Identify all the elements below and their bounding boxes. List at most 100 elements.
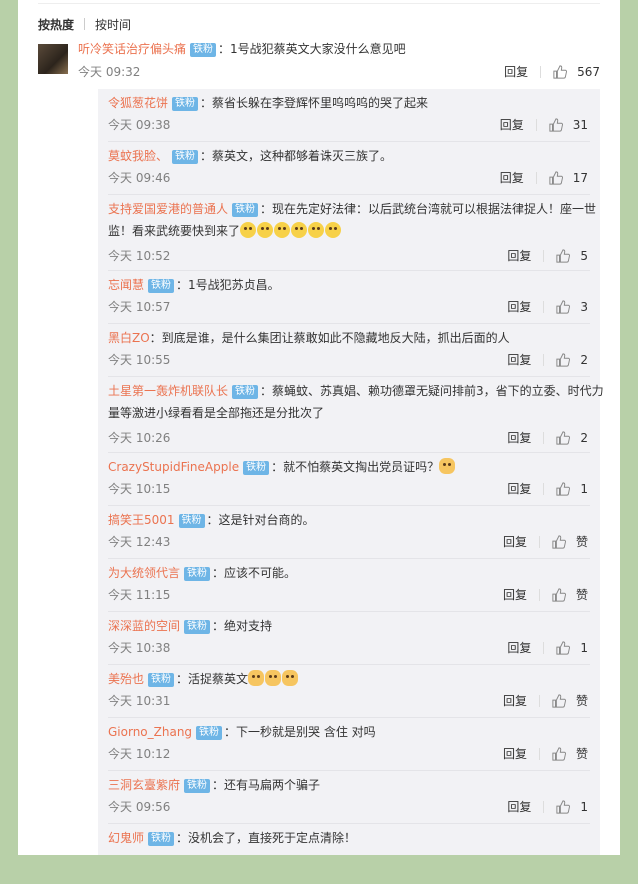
fan-badge[interactable]: 铁粉 xyxy=(148,279,175,293)
reply-actions: 回复 赞 xyxy=(503,586,588,603)
reply-button[interactable]: 回复 xyxy=(503,692,527,709)
like-button[interactable]: 2 xyxy=(556,431,588,445)
reply-username[interactable]: 搞笑王5001 xyxy=(108,513,175,527)
thumbs-up-icon xyxy=(549,170,563,185)
reply-line-2: 量等激进小绿看看是全部拖还是分批次了 xyxy=(108,404,324,422)
like-button[interactable]: 1 xyxy=(556,641,588,655)
reply-username[interactable]: 深深蓝的空间 xyxy=(108,619,180,633)
reply-line: Giorno_Zhang 铁粉 ：下一秒就是别哭 含住 对吗 xyxy=(108,723,376,741)
like-count: 3 xyxy=(580,299,588,314)
avatar[interactable] xyxy=(38,44,68,74)
reply-username[interactable]: 为大统领代言 xyxy=(108,566,180,580)
action-separator xyxy=(543,641,545,654)
reply-username[interactable]: 支持爱国爱港的普通人 xyxy=(108,202,228,216)
fan-badge[interactable]: 铁粉 xyxy=(232,385,259,399)
reply-button[interactable]: 回复 xyxy=(507,798,531,815)
reply-button[interactable]: 回复 xyxy=(503,533,527,550)
fan-badge[interactable]: 铁粉 xyxy=(172,97,199,111)
reply-username[interactable]: 黑白ZO xyxy=(108,331,150,345)
reply-text: ：现在先定好法律：以后武统台湾就可以根据法律捉人！座一世 xyxy=(260,202,597,216)
action-separator xyxy=(535,171,537,184)
like-button[interactable]: 567 xyxy=(553,65,600,79)
reply-line: 为大统领代言 铁粉 ：应该不可能。 xyxy=(108,564,296,582)
reply-username[interactable]: CrazyStupidFineApple xyxy=(108,460,239,474)
thumbs-up-icon xyxy=(552,587,566,602)
reply-line: 令狐葱花饼 铁粉 ：蔡省长躲在李登辉怀里呜呜呜的哭了起来 xyxy=(108,94,428,112)
fan-badge[interactable]: 铁粉 xyxy=(184,779,211,793)
emoji-laugh-icon xyxy=(257,222,274,238)
reply-actions: 回复 1 xyxy=(507,639,588,656)
like-button[interactable]: 3 xyxy=(556,300,588,314)
reply-button[interactable]: 回复 xyxy=(507,247,531,264)
like-button[interactable]: 31 xyxy=(549,118,588,132)
fan-badge[interactable]: 铁粉 xyxy=(190,43,217,57)
reply-text: ：这是针对台商的。 xyxy=(206,513,315,527)
tab-sort-time[interactable]: 按时间 xyxy=(95,16,131,33)
reply-username[interactable]: 土星第一轰炸机联队长 xyxy=(108,384,228,398)
fan-badge[interactable]: 铁粉 xyxy=(148,673,175,687)
fan-badge[interactable]: 铁粉 xyxy=(232,203,259,217)
reply-text: ：绝对支持 xyxy=(212,619,273,633)
like-button[interactable]: 赞 xyxy=(552,745,588,762)
emoji-cat-icon xyxy=(439,458,456,474)
reply-line: 土星第一轰炸机联队长 铁粉 ：蔡蝇蚊、苏真娼、赖功德罩无疑问排前3，省下的立委、时代… xyxy=(108,382,604,400)
reply-username[interactable]: 莫蚊我脸、 xyxy=(108,149,168,163)
reply-time: 今天 10:12 xyxy=(108,747,171,761)
thumbs-up-icon xyxy=(556,299,571,314)
reply-line: 深深蓝的空间 铁粉 ：绝对支持 xyxy=(108,617,272,635)
fan-badge[interactable]: 铁粉 xyxy=(243,461,270,475)
emoji-cat-icon xyxy=(282,670,299,686)
like-count: 赞 xyxy=(575,588,588,602)
reply-item: 忘闻慧 铁粉 ：1号战犯苏贞昌。 今天 10:57 回复 3 xyxy=(98,271,600,324)
reply-username[interactable]: 幻鬼师 xyxy=(108,831,144,845)
fan-badge[interactable]: 铁粉 xyxy=(196,726,223,740)
fan-badge[interactable]: 铁粉 xyxy=(178,514,205,528)
reply-time: 今天 10:52 xyxy=(108,249,171,263)
like-button[interactable]: 赞 xyxy=(552,533,588,550)
reply-button[interactable]: 回复 xyxy=(507,480,531,497)
reply-text: ：就不怕蔡英文掏出党员证吗？ xyxy=(271,460,440,474)
like-button[interactable]: 1 xyxy=(556,482,588,496)
reply-button[interactable]: 回复 xyxy=(500,169,524,186)
reply-item: 深深蓝的空间 铁粉 ：绝对支持 今天 10:38 回复 1 xyxy=(98,612,600,665)
reply-username[interactable]: Giorno_Zhang xyxy=(108,725,192,739)
reply-button[interactable]: 回复 xyxy=(507,298,531,315)
reply-item: 搞笑王5001 铁粉 ：这是针对台商的。今天 12:43 回复 赞 xyxy=(98,506,600,559)
like-button[interactable]: 赞 xyxy=(552,692,588,709)
reply-actions: 回复 1 xyxy=(507,480,588,497)
fan-badge[interactable]: 铁粉 xyxy=(172,150,199,164)
like-count: 赞 xyxy=(575,694,588,708)
thumbs-up-icon xyxy=(556,248,571,263)
reply-actions: 回复 2 xyxy=(507,429,588,446)
like-button[interactable]: 1 xyxy=(556,800,588,814)
reply-button[interactable]: 回复 xyxy=(507,639,531,656)
like-button[interactable]: 5 xyxy=(556,249,588,263)
reply-item: Giorno_Zhang 铁粉 ：下一秒就是别哭 含住 对吗 今天 10:12 回复 赞 xyxy=(98,718,600,771)
reply-username[interactable]: 忘闻慧 xyxy=(108,278,144,292)
comment-panel: 按热度 按时间 听冷笑话治疗偏头痛 铁粉 ：1号战犯蔡英文大家没什么意见吧 今天 0… xyxy=(18,0,620,855)
reply-time: 今天 12:43 xyxy=(108,535,171,549)
reply-button[interactable]: 回复 xyxy=(507,351,531,368)
reply-username[interactable]: 三洞玄臺紫府 xyxy=(108,778,180,792)
reply-button[interactable]: 回复 xyxy=(504,63,528,80)
like-button[interactable]: 赞 xyxy=(552,586,588,603)
like-button[interactable]: 2 xyxy=(556,353,588,367)
comment-username[interactable]: 听冷笑话治疗偏头痛 xyxy=(78,42,186,56)
fan-badge[interactable]: 铁粉 xyxy=(148,832,175,846)
reply-username[interactable]: 令狐葱花饼 xyxy=(108,96,168,110)
tab-sort-hot[interactable]: 按热度 xyxy=(38,16,74,33)
like-button[interactable]: 17 xyxy=(549,171,588,185)
action-separator xyxy=(535,118,537,131)
fan-badge[interactable]: 铁粉 xyxy=(184,620,211,634)
reply-text: ：蔡蝇蚊、苏真娼、赖功德罩无疑问排前3，省下的立委、时代力 xyxy=(260,384,604,398)
action-separator xyxy=(540,65,542,78)
reply-button[interactable]: 回复 xyxy=(503,745,527,762)
reply-button[interactable]: 回复 xyxy=(503,586,527,603)
like-count: 567 xyxy=(577,64,600,79)
reply-button[interactable]: 回复 xyxy=(500,116,524,133)
action-separator xyxy=(543,431,545,444)
reply-button[interactable]: 回复 xyxy=(507,429,531,446)
reply-line: 搞笑王5001 铁粉 ：这是针对台商的。 xyxy=(108,511,315,529)
fan-badge[interactable]: 铁粉 xyxy=(184,567,211,581)
reply-username[interactable]: 美殆也 xyxy=(108,672,144,686)
